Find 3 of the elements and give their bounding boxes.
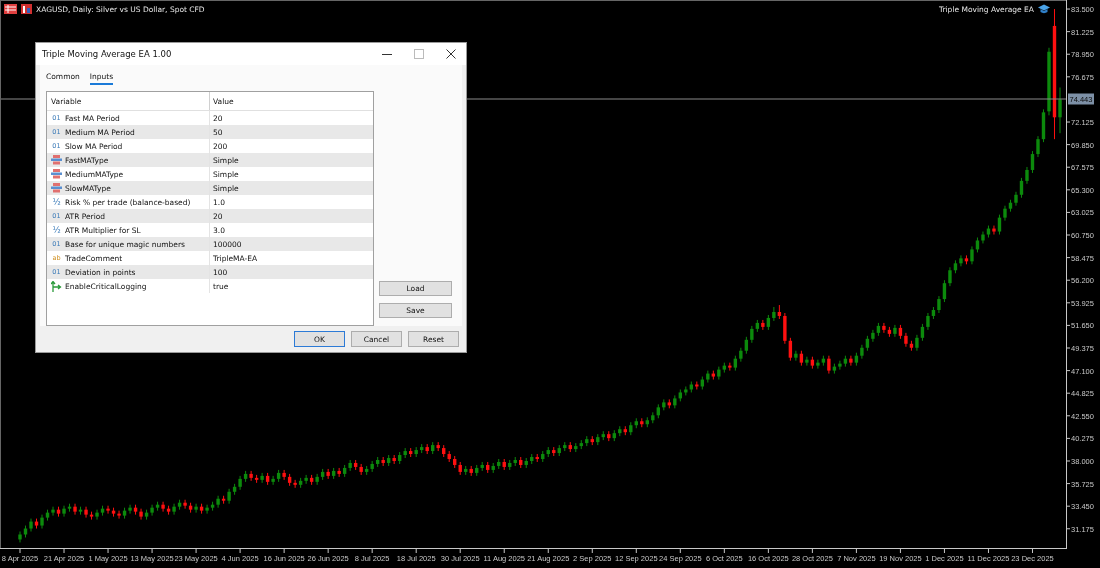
dialog-title: Triple Moving Average EA 1.00 bbox=[42, 49, 172, 59]
fraction-type-icon: ½ bbox=[51, 225, 62, 235]
fraction-type-icon: ½ bbox=[51, 197, 62, 207]
